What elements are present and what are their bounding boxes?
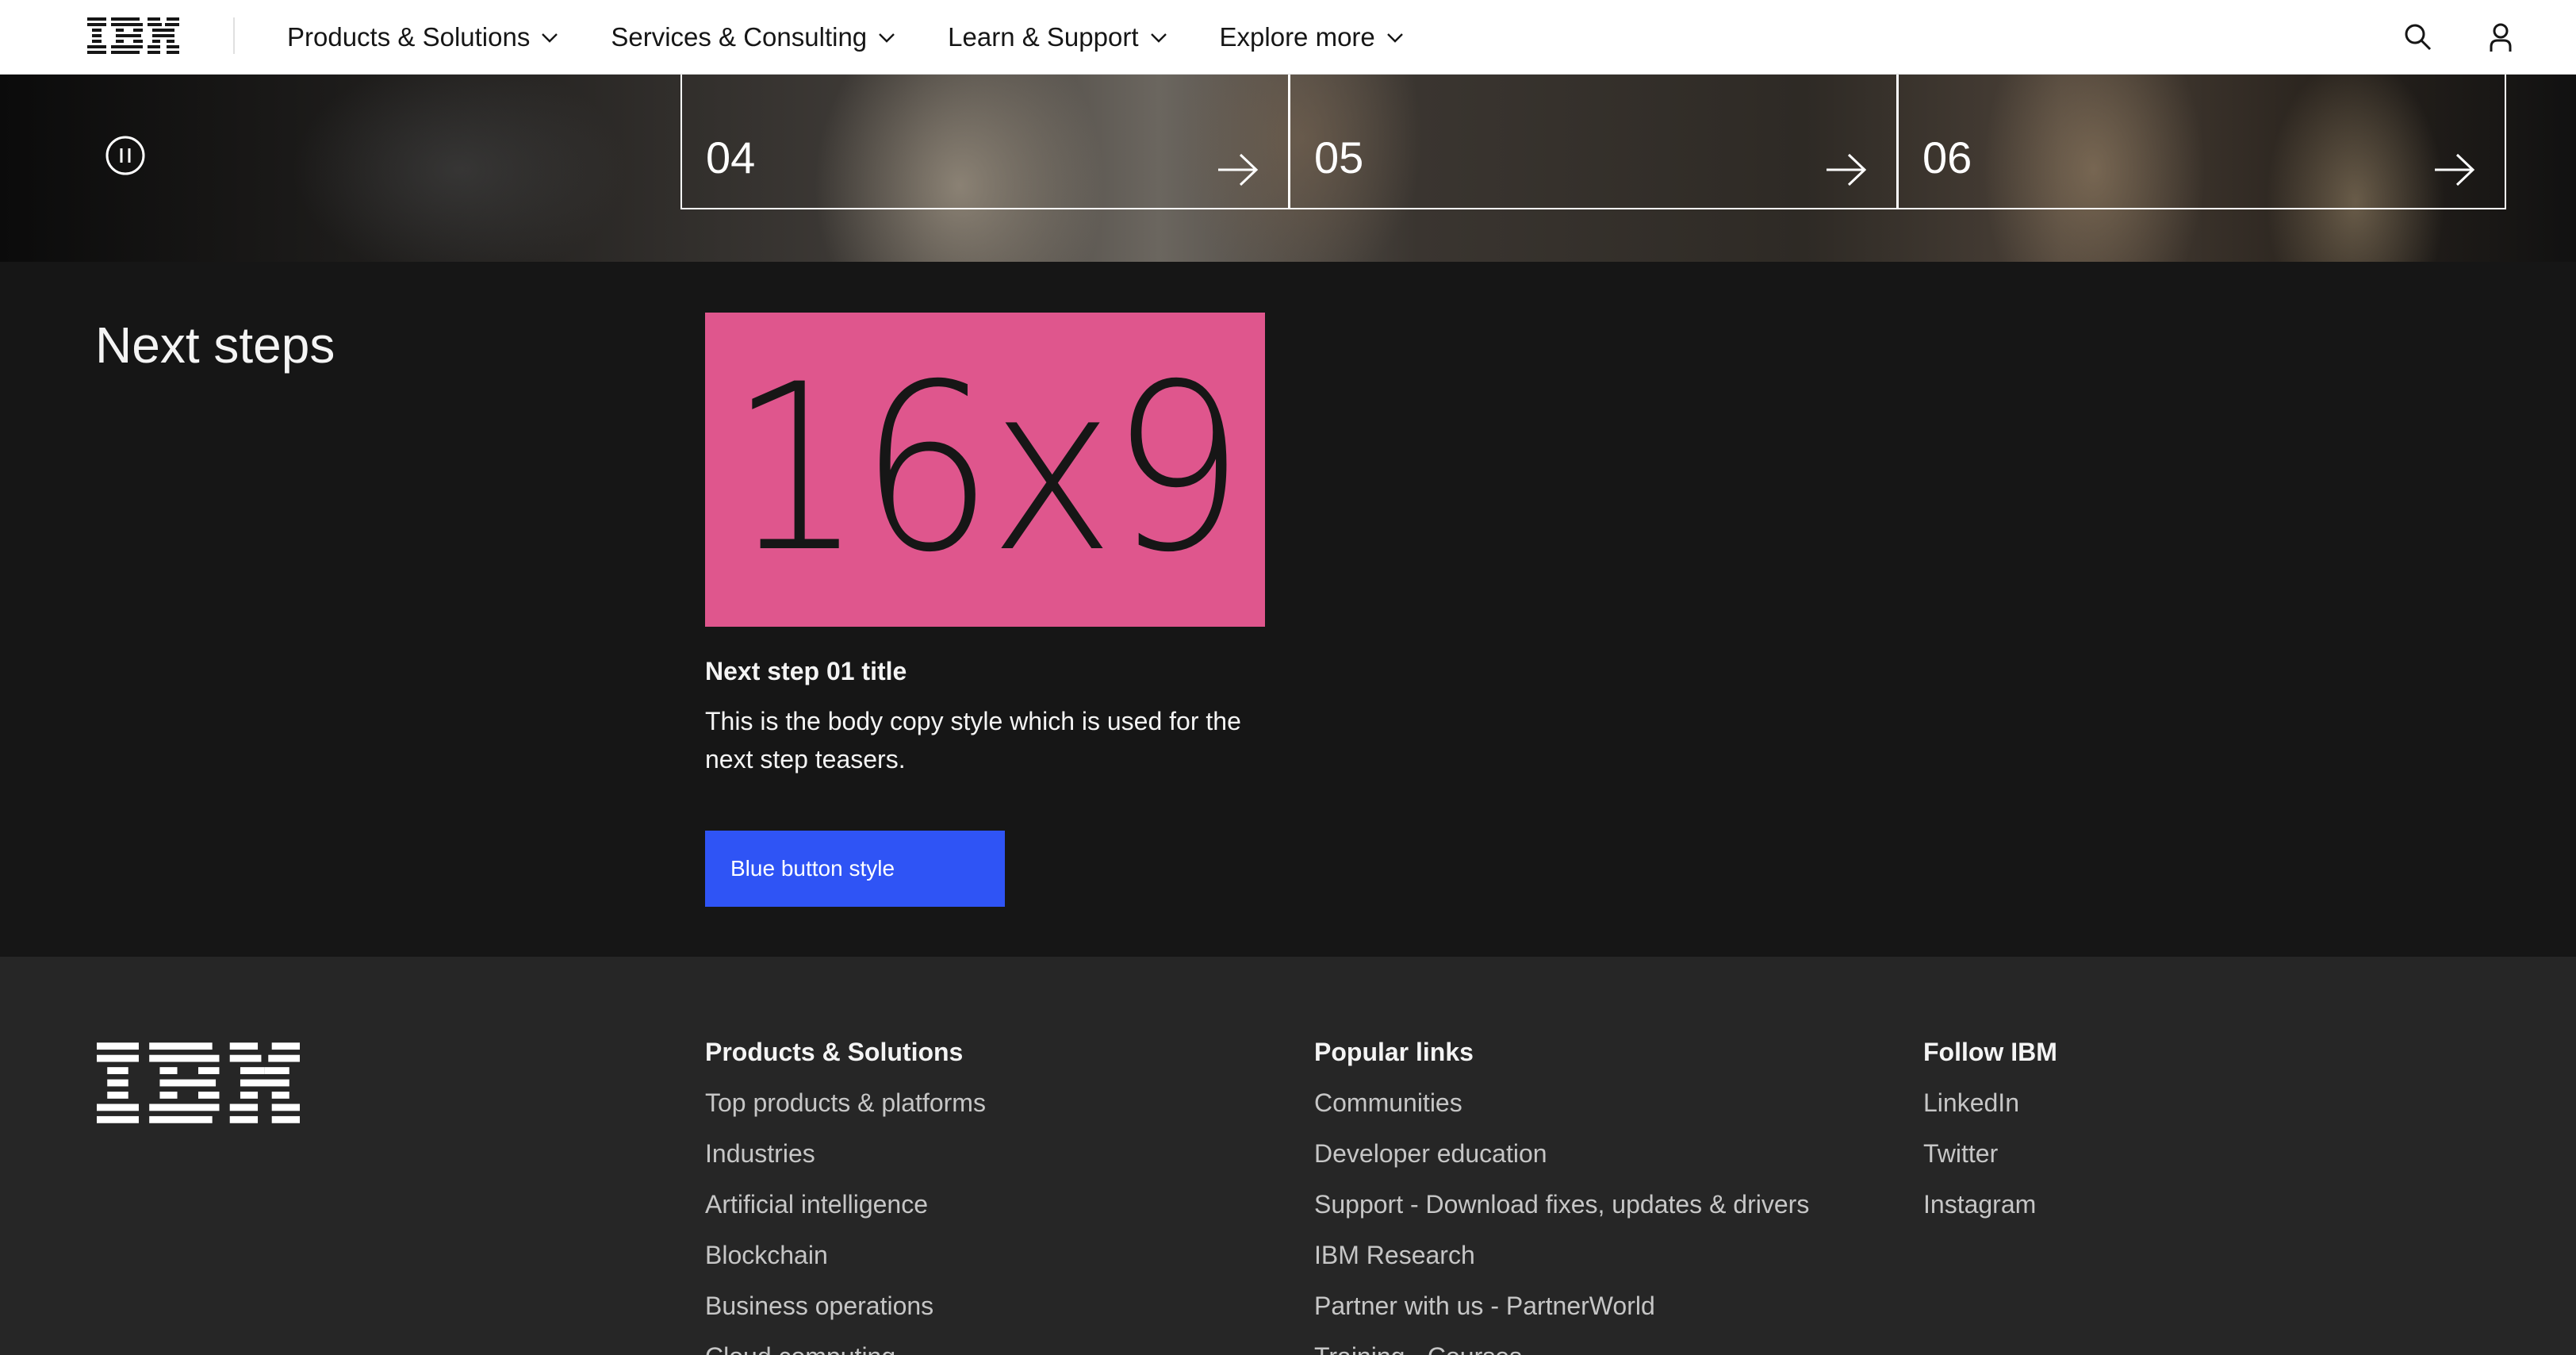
main-nav: Products & Solutions Services & Consulti… (262, 0, 1431, 75)
footer-link[interactable]: IBM Research (1314, 1239, 1809, 1271)
hero-band: 04 05 06 (0, 75, 2576, 262)
nav-label: Learn & Support (948, 22, 1139, 52)
footer-column-follow-ibm: Follow IBM LinkedIn Twitter Instagram (1923, 1036, 2057, 1239)
footer-link[interactable]: Blockchain (705, 1239, 986, 1271)
footer-link[interactable]: Partner with us - PartnerWorld (1314, 1290, 1809, 1322)
footer-link[interactable]: Communities (1314, 1087, 1809, 1119)
footer-link[interactable]: Business operations (705, 1290, 986, 1322)
footer-column-popular-links: Popular links Communities Developer educ… (1314, 1036, 1809, 1355)
nav-explore-more[interactable]: Explore more (1194, 0, 1431, 75)
footer-column-heading: Popular links (1314, 1038, 1474, 1066)
pause-icon[interactable] (105, 135, 146, 176)
footer-link[interactable]: Cloud computing (705, 1341, 986, 1355)
footer-link-instagram[interactable]: Instagram (1923, 1188, 2057, 1220)
footer-column-heading: Follow IBM (1923, 1038, 2057, 1066)
footer-link[interactable]: Support - Download fixes, updates & driv… (1314, 1188, 1809, 1220)
masthead: Products & Solutions Services & Consulti… (0, 0, 2576, 75)
footer-link[interactable]: Top products & platforms (705, 1087, 986, 1119)
nav-label: Explore more (1219, 22, 1375, 52)
nav-products-solutions[interactable]: Products & Solutions (262, 0, 585, 75)
footer-link-twitter[interactable]: Twitter (1923, 1138, 2057, 1169)
card-title: Next step 01 title (705, 657, 907, 685)
tile-number: 06 (1922, 132, 1972, 182)
card-body: This is the body copy style which is use… (705, 707, 1241, 773)
tile-number: 05 (1314, 132, 1364, 182)
hero-tile-06[interactable]: 06 (1897, 75, 2506, 209)
hero-tile-05[interactable]: 05 (1289, 75, 1898, 209)
footer-link-linkedin[interactable]: LinkedIn (1923, 1087, 2057, 1119)
nav-label: Services & Consulting (611, 22, 868, 52)
chevron-down-icon (1386, 33, 1403, 43)
footer: Products & Solutions Top products & plat… (0, 957, 2576, 1355)
nav-label: Products & Solutions (287, 22, 531, 52)
footer-link[interactable]: Industries (705, 1138, 986, 1169)
arrow-right-icon (2435, 153, 2475, 186)
arrow-right-icon (1827, 153, 1867, 186)
chevron-down-icon (1150, 33, 1167, 43)
search-icon (2405, 24, 2432, 51)
footer-column-products: Products & Solutions Top products & plat… (705, 1036, 986, 1355)
nav-services-consulting[interactable]: Services & Consulting (585, 0, 922, 75)
card-image-placeholder: 16x9 (705, 313, 1265, 627)
tile-number: 04 (706, 132, 756, 182)
user-button[interactable] (2481, 17, 2520, 57)
blue-button[interactable]: Blue button style (705, 831, 1005, 907)
masthead-divider (233, 17, 235, 54)
nav-learn-support[interactable]: Learn & Support (922, 0, 1194, 75)
section-heading: Next steps (95, 317, 335, 374)
image-placeholder-text: 16x9 (729, 336, 1245, 603)
search-button[interactable] (2398, 17, 2438, 57)
footer-link[interactable]: Training - Courses (1314, 1341, 1809, 1355)
footer-link[interactable]: Artificial intelligence (705, 1188, 986, 1220)
next-step-card: 16x9 Next step 01 title This is the body… (705, 313, 1265, 907)
chevron-down-icon (879, 33, 895, 43)
user-icon (2490, 23, 2512, 52)
ibm-logo[interactable] (87, 17, 179, 54)
arrow-right-icon (1218, 153, 1259, 186)
next-steps-section: Next steps 16x9 Next step 01 title This … (0, 262, 2576, 957)
footer-link[interactable]: Developer education (1314, 1138, 1809, 1169)
chevron-down-icon (542, 33, 558, 43)
hero-tile-04[interactable]: 04 (680, 75, 1290, 209)
footer-column-heading: Products & Solutions (705, 1038, 964, 1066)
ibm-footer-logo[interactable] (97, 1042, 300, 1123)
